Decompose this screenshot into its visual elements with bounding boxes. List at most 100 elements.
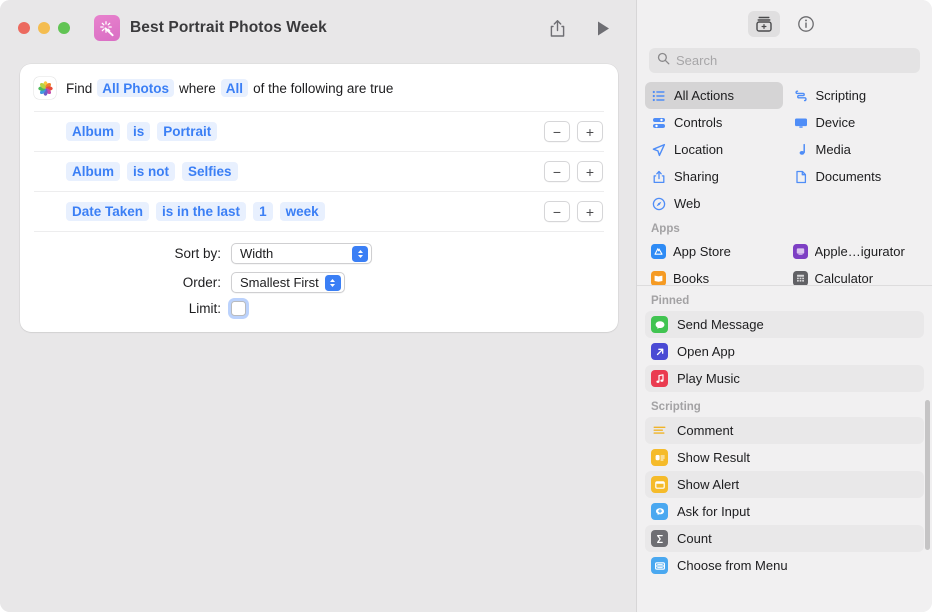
share-icon bbox=[651, 169, 667, 185]
app-item-apple-configurator[interactable]: Apple…igurator bbox=[787, 238, 925, 265]
app-item-calculator[interactable]: Calculator bbox=[787, 265, 925, 285]
share-button[interactable] bbox=[542, 14, 572, 42]
action-item-open-app[interactable]: Open App bbox=[645, 338, 924, 365]
sidebar-scrollbar-thumb[interactable] bbox=[925, 400, 930, 550]
info-icon[interactable] bbox=[790, 11, 822, 37]
category-scripting[interactable]: Scripting bbox=[787, 82, 925, 109]
category-label: Web bbox=[674, 196, 701, 211]
run-button[interactable] bbox=[588, 14, 618, 42]
category-device[interactable]: Device bbox=[787, 109, 925, 136]
category-controls[interactable]: Controls bbox=[645, 109, 783, 136]
rule-field-token[interactable]: Album bbox=[66, 162, 120, 181]
search-field[interactable] bbox=[649, 48, 920, 73]
find-photos-action-card[interactable]: Find All Photos where All of the followi… bbox=[20, 64, 618, 332]
action-label: Play Music bbox=[677, 371, 740, 386]
zoom-button[interactable] bbox=[58, 22, 70, 34]
categories-scroll-area[interactable]: All Actions Scripting Controls Device Lo… bbox=[637, 82, 932, 286]
paper-plane-icon bbox=[651, 142, 667, 158]
limit-label: Limit: bbox=[188, 301, 221, 316]
category-documents[interactable]: Documents bbox=[787, 163, 925, 190]
order-value: Smallest First bbox=[240, 275, 319, 290]
search-icon bbox=[657, 52, 670, 70]
actions-list-scroll-area[interactable]: Pinned Send Message Open App Play Music … bbox=[637, 286, 932, 612]
rule-operator-token[interactable]: is in the last bbox=[156, 202, 247, 221]
document-icon bbox=[793, 169, 809, 185]
rule-unit-token[interactable]: week bbox=[279, 202, 325, 221]
rule-operator-token[interactable]: is bbox=[127, 122, 151, 141]
photos-source-token[interactable]: All Photos bbox=[97, 79, 175, 97]
rule-tokens: Album is Portrait bbox=[34, 122, 544, 141]
action-item-ask-for-input[interactable]: Ask for Input bbox=[645, 498, 924, 525]
action-item-choose-from-menu[interactable]: Choose from Menu bbox=[645, 552, 924, 579]
action-item-show-alert[interactable]: Show Alert bbox=[645, 471, 924, 498]
action-library-icon[interactable] bbox=[747, 11, 780, 37]
sort-by-dropdown[interactable]: Width bbox=[231, 243, 372, 264]
ask-input-icon bbox=[651, 503, 668, 520]
order-label: Order: bbox=[182, 275, 221, 290]
action-label: Ask for Input bbox=[677, 504, 750, 519]
list-bullet-icon bbox=[651, 88, 667, 104]
add-rule-button[interactable]: + bbox=[577, 121, 603, 142]
scroll-icon bbox=[793, 88, 809, 104]
rule-field-token[interactable]: Album bbox=[66, 122, 120, 141]
category-media[interactable]: Media bbox=[787, 136, 925, 163]
action-item-show-result[interactable]: Show Result bbox=[645, 444, 924, 471]
action-item-comment[interactable]: Comment bbox=[645, 417, 924, 444]
action-label: Comment bbox=[677, 423, 734, 438]
action-label: Open App bbox=[677, 344, 735, 359]
add-rule-button[interactable]: + bbox=[577, 161, 603, 182]
filter-rule-row: Date Taken is in the last 1 week − + bbox=[34, 191, 604, 231]
app-store-icon bbox=[651, 244, 666, 259]
remove-rule-button[interactable]: − bbox=[544, 121, 570, 142]
remove-rule-button[interactable]: − bbox=[544, 161, 570, 182]
apple-configurator-icon bbox=[792, 244, 808, 259]
category-sharing[interactable]: Sharing bbox=[645, 163, 783, 190]
arrow-diagonal-icon bbox=[651, 343, 668, 360]
search-container bbox=[637, 48, 932, 82]
display-icon bbox=[793, 115, 809, 131]
close-button[interactable] bbox=[18, 22, 30, 34]
category-location[interactable]: Location bbox=[645, 136, 783, 163]
rule-operator-token[interactable]: is not bbox=[127, 162, 175, 181]
sidebar-scrollbar[interactable] bbox=[924, 300, 930, 600]
category-label: Sharing bbox=[674, 169, 719, 184]
category-label: Documents bbox=[815, 169, 882, 184]
action-options: Sort by: Width Order: Smallest First Lim… bbox=[34, 231, 604, 332]
app-label: Books bbox=[673, 271, 710, 286]
calculator-icon bbox=[792, 271, 808, 285]
choose-menu-icon bbox=[651, 557, 668, 574]
shortcut-glyph-icon bbox=[94, 15, 120, 41]
rule-value-token[interactable]: Selfies bbox=[182, 162, 238, 181]
categories-grid: All Actions Scripting Controls Device Lo… bbox=[645, 82, 925, 286]
action-label: Send Message bbox=[677, 317, 764, 332]
category-all-actions[interactable]: All Actions bbox=[645, 82, 783, 109]
find-label: Find bbox=[66, 80, 93, 96]
rule-value-token[interactable]: Portrait bbox=[157, 122, 218, 141]
action-item-count[interactable]: Count bbox=[645, 525, 924, 552]
category-web[interactable]: Web bbox=[645, 190, 783, 217]
search-input[interactable] bbox=[676, 53, 912, 68]
action-item-play-music[interactable]: Play Music bbox=[645, 365, 924, 392]
app-item-books[interactable]: Books bbox=[645, 265, 783, 286]
sigma-count-icon bbox=[651, 530, 668, 547]
rule-value-token[interactable]: 1 bbox=[253, 202, 273, 221]
shortcuts-window: Best Portrait Photos Week Find All Photo… bbox=[0, 0, 932, 612]
rule-tokens: Album is not Selfies bbox=[34, 162, 544, 181]
rule-field-token[interactable]: Date Taken bbox=[66, 202, 150, 221]
order-dropdown[interactable]: Smallest First bbox=[231, 272, 345, 293]
sidebar-toolbar bbox=[637, 0, 932, 48]
remove-rule-button[interactable]: − bbox=[544, 201, 570, 222]
sort-by-value: Width bbox=[240, 246, 274, 261]
limit-checkbox[interactable] bbox=[231, 301, 246, 316]
apps-section-header: Apps bbox=[651, 223, 680, 235]
order-row: Order: Smallest First bbox=[34, 272, 604, 293]
filter-rule-row: Album is not Selfies − + bbox=[34, 151, 604, 191]
action-item-send-message[interactable]: Send Message bbox=[645, 311, 924, 338]
match-mode-token[interactable]: All bbox=[220, 79, 249, 97]
where-label: where bbox=[179, 80, 216, 96]
minimize-button[interactable] bbox=[38, 22, 50, 34]
editor-body: Find All Photos where All of the followi… bbox=[0, 56, 636, 612]
category-label: Controls bbox=[674, 115, 723, 130]
add-rule-button[interactable]: + bbox=[577, 201, 603, 222]
app-item-app-store[interactable]: App Store bbox=[645, 238, 783, 265]
